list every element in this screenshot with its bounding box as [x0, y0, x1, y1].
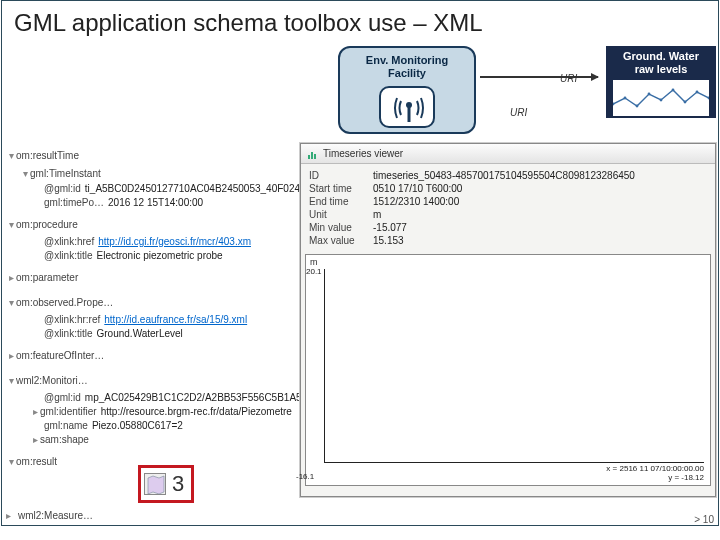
cursor-readout: x = 2516 11 07/10:00:00.00 y = -18.12: [606, 465, 704, 483]
timeseries-chart[interactable]: m 20.1 -16.1 x = 2516 11 07/10:00:00.00 …: [305, 254, 711, 486]
svg-point-7: [672, 89, 675, 92]
timeseries-viewer-window[interactable]: Timeseries viewer IDtimeseries_50483-485…: [300, 143, 716, 497]
timeseries-meta: IDtimeseries_50483-485700175104595504C80…: [301, 164, 715, 250]
tree-expand-icon[interactable]: ▸: [6, 510, 16, 521]
tree-attr: @gml:id: [44, 183, 81, 194]
page-number-box: 3: [138, 465, 194, 503]
meta-key: Min value: [309, 222, 373, 233]
meta-value: 1512/2310 1400:00: [373, 196, 459, 207]
tree-link[interactable]: http://id.eaufrance.fr/sa/15/9.xml: [104, 314, 247, 325]
tree-node[interactable]: om:parameter: [16, 272, 78, 283]
meta-value: timeseries_50483-485700175104595504C8098…: [373, 170, 635, 181]
meta-value: 15.153: [373, 235, 404, 246]
gw-title-line1: Ground. Water: [606, 50, 716, 63]
uri-label-bottom: URI: [510, 107, 527, 118]
tree-attr: @xlink:title: [44, 328, 93, 339]
tree-attr: @xlink:href: [44, 236, 94, 247]
slide-title: GML application schema toolbox use – XML: [14, 9, 483, 37]
mini-chart: [613, 80, 709, 116]
meta-value: m: [373, 209, 381, 220]
tree-expand-icon[interactable]: ▸: [6, 350, 16, 361]
tree-attr: @gml:id: [44, 392, 81, 403]
tree-collapse-icon[interactable]: ▾: [6, 456, 16, 467]
tree-node[interactable]: wml2:Monitori…: [16, 375, 88, 386]
tree-collapse-icon[interactable]: ▾: [6, 297, 16, 308]
tree-expand-icon[interactable]: ▸: [30, 406, 40, 417]
svg-rect-12: [311, 152, 313, 159]
tree-attr: gml:name: [44, 420, 88, 431]
tree-node[interactable]: om:featureOfInter…: [16, 350, 104, 361]
env-title-line1: Env. Monitoring: [340, 54, 474, 67]
tree-attr-value: http://resource.brgm-rec.fr/data/Piezome…: [101, 406, 292, 417]
map-icon: [144, 473, 166, 495]
meta-key: Start time: [309, 183, 373, 194]
gw-title-line2: raw levels: [606, 63, 716, 76]
tree-collapse-icon[interactable]: ▾: [6, 375, 16, 386]
tree-attr-value: ti_A5BC0D2450127710AC04B2450053_40F0240B…: [85, 183, 329, 194]
tree-node[interactable]: om:resultTime: [16, 150, 79, 161]
tree-attr: gml:identifier: [40, 406, 97, 417]
tree-node[interactable]: om:result: [16, 456, 57, 467]
tree-attr: @xlink:hr:ref: [44, 314, 100, 325]
svg-point-5: [648, 93, 651, 96]
meta-key: Unit: [309, 209, 373, 220]
svg-point-6: [660, 99, 663, 102]
env-monitoring-box: Env. Monitoring Facility: [338, 46, 476, 134]
env-title-line2: Facility: [340, 67, 474, 80]
chart-icon: [307, 148, 319, 160]
svg-point-8: [684, 101, 687, 104]
tree-attr-value: mp_AC025429B1C1C2D2/A2BB53F556C5B1A5: [85, 392, 302, 403]
plot-area: [325, 269, 704, 462]
meta-key: Max value: [309, 235, 373, 246]
tree-attr-value: Ground.WaterLevel: [97, 328, 183, 339]
tree-attr-value: Piezo.05880C617=2: [92, 420, 183, 431]
svg-point-3: [624, 97, 627, 100]
tree-node[interactable]: gml:TimeInstant: [30, 168, 101, 179]
meta-key: ID: [309, 170, 373, 181]
svg-rect-1: [408, 106, 411, 122]
xml-tree[interactable]: ▾om:resultTime ▾gml:TimeInstant @gml:idt…: [6, 146, 292, 477]
y-tick: 20.1: [306, 267, 322, 276]
svg-rect-11: [308, 155, 310, 159]
tree-attr-value: 2016 12 15T14:00:00: [108, 197, 203, 208]
tree-collapse-icon[interactable]: ▾: [20, 168, 30, 179]
x-axis: [324, 462, 704, 463]
uri-arrow-right: [480, 76, 598, 78]
page-number: 3: [172, 471, 184, 497]
svg-point-4: [636, 105, 639, 108]
meta-value: -15.077: [373, 222, 407, 233]
chart-ylabel: m: [310, 257, 318, 267]
x-left-label: -16.1: [296, 472, 314, 481]
tree-expand-icon[interactable]: ▸: [30, 434, 40, 445]
svg-point-9: [696, 91, 699, 94]
uri-label-top: URI: [560, 73, 577, 84]
tree-link[interactable]: http://id.cgi.fr/geosci.fr/mcr/403.xm: [98, 236, 251, 247]
tree-node[interactable]: wml2:Measure…: [18, 510, 93, 521]
tree-collapse-icon[interactable]: ▾: [6, 219, 16, 230]
window-title: Timeseries viewer: [323, 148, 403, 159]
tree-node[interactable]: sam:shape: [40, 434, 89, 445]
svg-rect-13: [314, 154, 316, 159]
tree-bottom-row[interactable]: ▸ wml2:Measure…: [6, 510, 93, 521]
meta-value: 0510 17/10 T600:00: [373, 183, 462, 194]
footer-page-number: > 10: [694, 514, 714, 525]
tree-node[interactable]: om:observed.Prope…: [16, 297, 113, 308]
slide-frame: GML application schema toolbox use – XML…: [1, 0, 719, 526]
tree-attr: @xlink:title: [44, 250, 93, 261]
tree-node[interactable]: om:procedure: [16, 219, 78, 230]
window-titlebar[interactable]: Timeseries viewer: [301, 144, 715, 164]
tree-collapse-icon[interactable]: ▾: [6, 150, 16, 161]
tree-expand-icon[interactable]: ▸: [6, 272, 16, 283]
tree-attr: gml:timePo…: [44, 197, 104, 208]
meta-key: End time: [309, 196, 373, 207]
antenna-icon: [379, 86, 435, 128]
tree-attr-value: Electronic piezometric probe: [97, 250, 223, 261]
groundwater-box: Ground. Water raw levels: [606, 46, 716, 118]
